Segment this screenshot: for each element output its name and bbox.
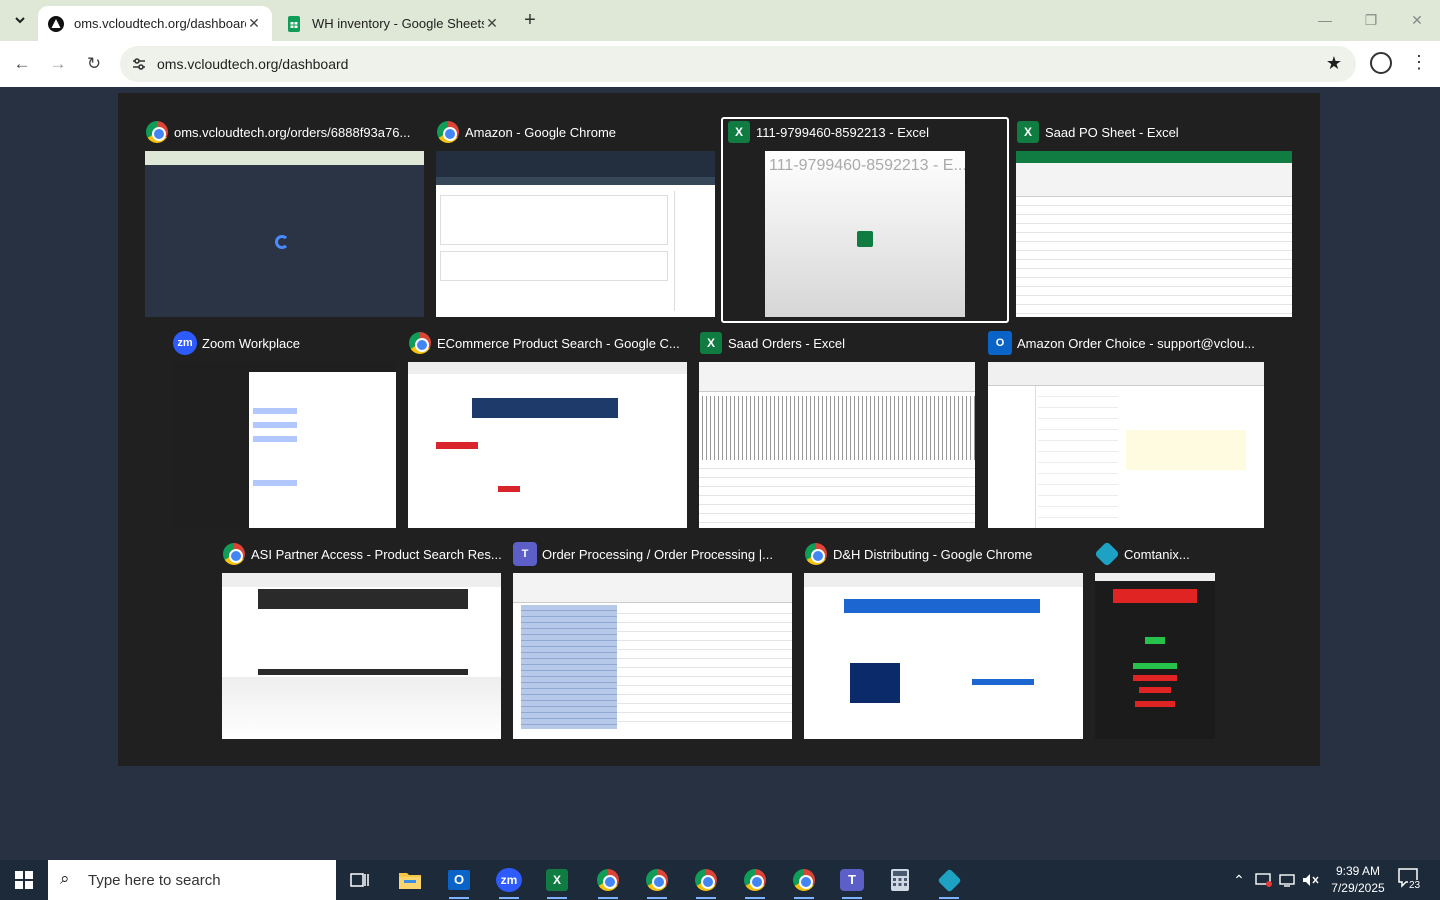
tab-strip: oms.vcloudtech.org/dashboard ✕ WH invent…: [0, 0, 1440, 41]
calculator-icon[interactable]: [880, 864, 920, 896]
chrome-icon: [408, 331, 432, 355]
outlook-taskbar-icon[interactable]: O: [439, 864, 479, 899]
comtanix-taskbar-icon[interactable]: [929, 864, 969, 899]
tab-title: WH inventory - Google Sheets: [312, 16, 484, 31]
excel-taskbar-icon[interactable]: X: [537, 864, 577, 899]
reload-button[interactable]: ↻: [82, 52, 106, 76]
window-preview: [173, 362, 396, 528]
zoom-taskbar-icon[interactable]: zm: [489, 864, 529, 899]
window-title: O Amazon Order Choice - support@vclou...: [988, 328, 1264, 358]
show-hidden-icons-chevron-icon[interactable]: ⌃: [1228, 860, 1250, 900]
sheets-icon: [288, 15, 300, 32]
chrome-icon: [145, 120, 169, 144]
window-thumb-dh-distributing[interactable]: D&H Distributing - Google Chrome: [804, 539, 1083, 739]
wired-network-icon[interactable]: [1276, 860, 1298, 900]
chrome-icon: [436, 120, 460, 144]
tab-dashboard[interactable]: oms.vcloudtech.org/dashboard ✕: [38, 6, 272, 41]
window-preview: [436, 151, 715, 317]
tab-wh-inventory[interactable]: WH inventory - Google Sheets ✕: [276, 6, 510, 41]
window-preview: [1016, 151, 1292, 317]
chrome-icon: [222, 542, 246, 566]
taskbar-search-input[interactable]: ⌕ Type here to search: [48, 860, 336, 900]
site-info-icon[interactable]: [130, 55, 148, 73]
window-thumb-saad-po[interactable]: X Saad PO Sheet - Excel: [1016, 117, 1292, 317]
window-title: Comtanix...: [1095, 539, 1215, 569]
new-tab-button[interactable]: +: [518, 9, 542, 33]
window-title: T Order Processing / Order Processing |.…: [513, 539, 792, 569]
chrome-taskbar-icon-3[interactable]: [686, 864, 726, 899]
chrome-taskbar-icon-5[interactable]: [784, 864, 824, 899]
bookmark-star-icon[interactable]: ★: [1326, 53, 1342, 74]
windows-logo-icon: [15, 871, 33, 889]
window-title: Amazon - Google Chrome: [436, 117, 715, 147]
window-title: X Saad Orders - Excel: [699, 328, 975, 358]
start-button[interactable]: [0, 860, 48, 900]
window-preview: [513, 573, 792, 739]
notification-center-button[interactable]: 23: [1398, 868, 1424, 892]
chrome-taskbar-icon-4[interactable]: [735, 864, 775, 899]
window-thumb-ecommerce-search[interactable]: ECommerce Product Search - Google C...: [408, 328, 687, 528]
window-title: ECommerce Product Search - Google C...: [408, 328, 687, 358]
network-alert-icon[interactable]: [1253, 860, 1275, 900]
browser-toolbar: ← → ↻ oms.vcloudtech.org/dashboard ★ ⋮: [0, 41, 1440, 87]
notification-count-badge: 23: [1408, 880, 1422, 891]
chrome-taskbar-icon-1[interactable]: [588, 864, 628, 899]
selected-window-outline: [721, 117, 1009, 323]
window-thumb-teams[interactable]: T Order Processing / Order Processing |.…: [513, 539, 792, 739]
loading-spinner-icon: [275, 235, 289, 249]
outlook-icon: O: [988, 331, 1012, 355]
minimize-button[interactable]: —: [1302, 8, 1348, 32]
url-text: oms.vcloudtech.org/dashboard: [157, 56, 349, 72]
back-button[interactable]: ←: [10, 52, 34, 76]
tab-title: oms.vcloudtech.org/dashboard: [74, 16, 246, 31]
close-icon[interactable]: ✕: [246, 15, 262, 32]
window-thumb-oms-orders[interactable]: oms.vcloudtech.org/orders/6888f93a76...: [145, 117, 424, 317]
excel-icon: X: [1016, 120, 1040, 144]
window-thumb-saad-orders[interactable]: X Saad Orders - Excel: [699, 328, 975, 528]
window-title: oms.vcloudtech.org/orders/6888f93a76...: [145, 117, 424, 147]
window-thumb-amazon[interactable]: Amazon - Google Chrome: [436, 117, 715, 317]
file-explorer-icon[interactable]: [390, 864, 430, 896]
profile-icon[interactable]: [1370, 52, 1392, 74]
window-preview: [222, 573, 501, 739]
search-placeholder: Type here to search: [88, 872, 221, 889]
chrome-icon: [804, 542, 828, 566]
window-preview: [1095, 573, 1215, 739]
close-icon[interactable]: ✕: [484, 15, 500, 32]
search-icon: ⌕: [60, 869, 70, 888]
window-preview: [145, 151, 424, 317]
chrome-taskbar-icon-2[interactable]: [637, 864, 677, 899]
window-thumb-comtanix[interactable]: Comtanix...: [1095, 539, 1215, 739]
window-preview: [804, 573, 1083, 739]
volume-muted-icon[interactable]: [1299, 860, 1321, 900]
teams-taskbar-icon[interactable]: T: [832, 864, 872, 899]
clock-time: 9:39 AM: [1335, 864, 1381, 878]
address-bar[interactable]: oms.vcloudtech.org/dashboard ★: [120, 46, 1356, 82]
window-title: X Saad PO Sheet - Excel: [1016, 117, 1292, 147]
window-preview: [988, 362, 1264, 528]
window-thumb-asi-partner[interactable]: ASI Partner Access - Product Search Res.…: [222, 539, 501, 739]
window-thumb-outlook[interactable]: O Amazon Order Choice - support@vclou...: [988, 328, 1264, 528]
window-preview: [408, 362, 687, 528]
close-window-button[interactable]: ✕: [1394, 8, 1440, 32]
menu-icon[interactable]: ⋮: [1410, 52, 1428, 73]
forward-button[interactable]: →: [46, 52, 70, 76]
window-title: zm Zoom Workplace: [173, 328, 396, 358]
zoom-icon: zm: [173, 331, 197, 355]
window-thumb-zoom[interactable]: zm Zoom Workplace: [173, 328, 396, 528]
clock-date: 7/29/2025: [1331, 881, 1385, 895]
excel-icon: X: [699, 331, 723, 355]
window-preview: [699, 362, 975, 528]
tab-search-button[interactable]: [7, 8, 33, 32]
window-title: ASI Partner Access - Product Search Res.…: [222, 539, 501, 569]
taskbar-clock[interactable]: 9:39 AM 7/29/2025: [1320, 863, 1396, 897]
comtanix-icon: [1095, 541, 1120, 567]
taskbar: ⌕ Type here to search O zm X T ⌃ 9:39 AM…: [0, 860, 1440, 900]
teams-icon: T: [513, 542, 537, 566]
task-view-icon[interactable]: [340, 864, 380, 896]
window-title: D&H Distributing - Google Chrome: [804, 539, 1083, 569]
triangle-favicon-icon: [48, 15, 64, 32]
restore-button[interactable]: ❐: [1348, 8, 1394, 32]
chevron-down-icon: [15, 17, 25, 24]
